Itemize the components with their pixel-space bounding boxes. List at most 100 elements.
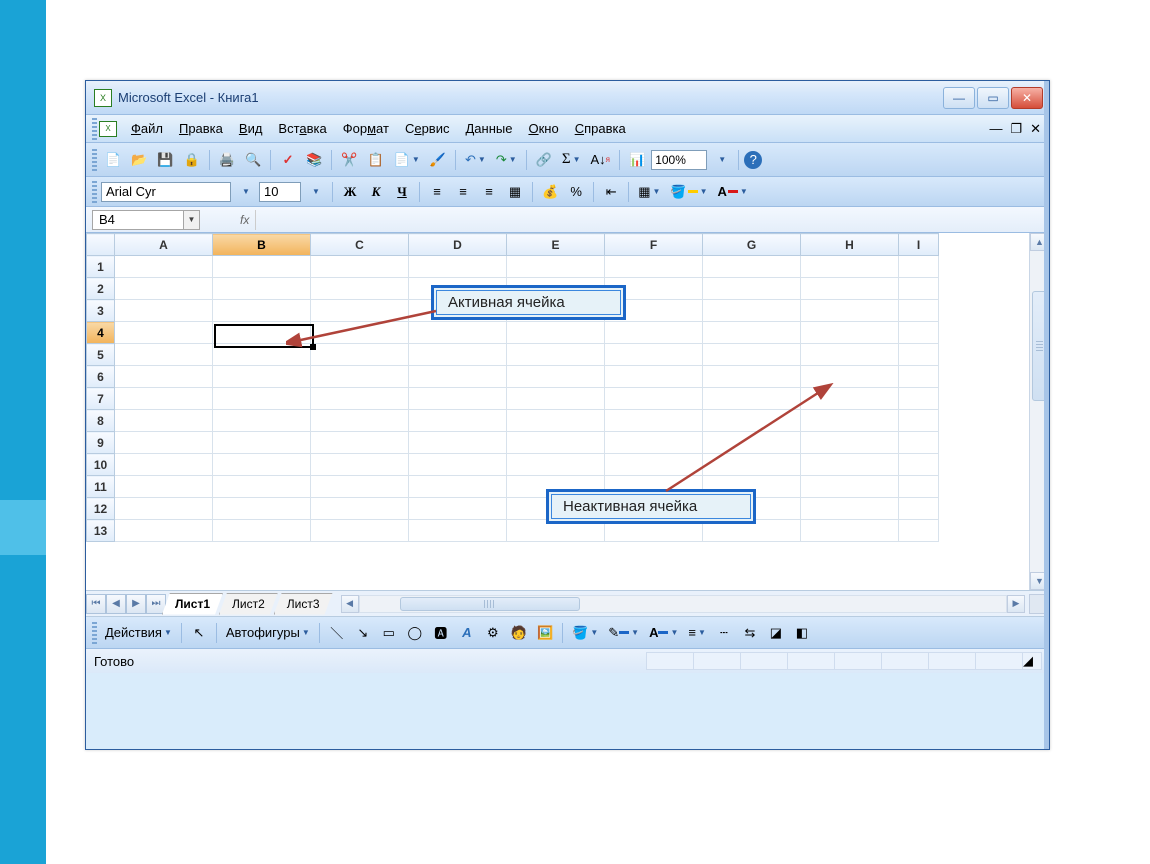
sheet-tab-2[interactable]: Лист2 (219, 593, 278, 615)
copy-icon[interactable]: 📋 (364, 148, 388, 172)
titlebar[interactable]: X Microsoft Excel - Книга1 — ▭ ✕ (86, 81, 1049, 115)
draw-actions-menu[interactable]: Действия▼ (101, 621, 176, 645)
3d-style-icon[interactable]: ◧ (790, 621, 814, 645)
toolbar-handle[interactable] (92, 181, 97, 203)
rectangle-icon[interactable]: ▭ (377, 621, 401, 645)
spreadsheet-grid[interactable]: A B C D E F G H I 1 2 3 4 5 6 7 8 9 (86, 233, 939, 542)
formula-input[interactable] (255, 210, 1049, 230)
oval-icon[interactable]: ◯ (403, 621, 427, 645)
hyperlink-icon[interactable]: 🔗 (532, 148, 556, 172)
print-preview-icon[interactable]: 🔍 (241, 148, 265, 172)
menu-file[interactable]: Файл (123, 118, 171, 139)
col-header-h[interactable]: H (801, 234, 899, 256)
row-header[interactable]: 10 (87, 454, 115, 476)
align-center-icon[interactable]: ≡ (451, 180, 475, 204)
decrease-indent-icon[interactable]: ⇤ (599, 180, 623, 204)
fill-color-icon[interactable]: 🪣▼ (666, 180, 711, 204)
name-box-dropdown[interactable]: ▼ (184, 210, 200, 230)
line-color-icon[interactable]: ✎▼ (604, 621, 643, 645)
select-objects-icon[interactable]: ↖ (187, 621, 211, 645)
wordart-icon[interactable]: A (455, 621, 479, 645)
row-header[interactable]: 6 (87, 366, 115, 388)
insert-picture-icon[interactable]: 🖼️ (533, 621, 557, 645)
format-painter-icon[interactable]: 🖌️ (426, 148, 450, 172)
menu-insert[interactable]: Вставка (270, 118, 334, 139)
font-size-dropdown[interactable]: ▼ (303, 180, 327, 204)
maximize-button[interactable]: ▭ (977, 87, 1009, 109)
doc-minimize-button[interactable]: — (989, 121, 1002, 136)
chart-wizard-icon[interactable]: 📊 (625, 148, 649, 172)
menu-edit[interactable]: Правка (171, 118, 231, 139)
toolbar-handle[interactable] (92, 118, 97, 140)
row-header[interactable]: 11 (87, 476, 115, 498)
research-icon[interactable]: 📚 (302, 148, 326, 172)
close-button[interactable]: ✕ (1011, 87, 1043, 109)
shadow-style-icon[interactable]: ◪ (764, 621, 788, 645)
spellcheck-icon[interactable]: ✓ (276, 148, 300, 172)
tab-nav-first[interactable]: ⏮ (86, 594, 106, 614)
row-header[interactable]: 8 (87, 410, 115, 432)
menu-window[interactable]: Окно (520, 118, 566, 139)
diagram-icon[interactable]: ⚙ (481, 621, 505, 645)
clipart-icon[interactable]: 🧑 (507, 621, 531, 645)
undo-icon[interactable]: ↶▼ (461, 148, 490, 172)
font-name-combo[interactable]: Arial Cyr (101, 182, 231, 202)
select-all-corner[interactable] (87, 234, 115, 256)
italic-button[interactable]: К (364, 180, 388, 204)
menu-format[interactable]: Формат (335, 118, 397, 139)
menu-help[interactable]: Справка (567, 118, 634, 139)
menu-view[interactable]: Вид (231, 118, 271, 139)
align-right-icon[interactable]: ≡ (477, 180, 501, 204)
row-header[interactable]: 4 (87, 322, 115, 344)
menu-data[interactable]: Данные (457, 118, 520, 139)
horizontal-scrollbar[interactable]: ◀ ▶ (341, 594, 1025, 614)
row-header[interactable]: 7 (87, 388, 115, 410)
row-header[interactable]: 5 (87, 344, 115, 366)
font-color-icon[interactable]: A▼ (645, 621, 682, 645)
col-header-f[interactable]: F (605, 234, 703, 256)
fill-color-icon[interactable]: 🪣▼ (568, 621, 602, 645)
col-header-i[interactable]: I (899, 234, 939, 256)
toolbar-handle[interactable] (92, 622, 97, 644)
minimize-button[interactable]: — (943, 87, 975, 109)
merge-center-icon[interactable]: ▦ (503, 180, 527, 204)
sort-asc-icon[interactable]: A↓я (586, 148, 614, 172)
doc-close-button[interactable]: ✕ (1030, 121, 1041, 137)
currency-icon[interactable]: 💰 (538, 180, 562, 204)
paste-icon[interactable]: 📄▼ (390, 148, 424, 172)
bold-button[interactable]: Ж (338, 180, 362, 204)
arrow-style-icon[interactable]: ⇆ (738, 621, 762, 645)
new-icon[interactable]: 📄 (101, 148, 125, 172)
percent-icon[interactable]: % (564, 180, 588, 204)
col-header-e[interactable]: E (507, 234, 605, 256)
sheet-tab-3[interactable]: Лист3 (274, 593, 333, 615)
name-box[interactable]: B4 (92, 210, 184, 230)
font-size-combo[interactable]: 10 (259, 182, 301, 202)
toolbar-handle[interactable] (92, 149, 97, 171)
tab-nav-next[interactable]: ▶ (126, 594, 146, 614)
zoom-dropdown[interactable]: ▼ (709, 148, 733, 172)
zoom-combo[interactable]: 100% (651, 150, 707, 170)
col-header-c[interactable]: C (311, 234, 409, 256)
scrollbar-thumb[interactable] (400, 597, 580, 611)
col-header-b[interactable]: B (213, 234, 311, 256)
permission-icon[interactable]: 🔒 (180, 148, 204, 172)
arrow-icon[interactable]: ↘ (351, 621, 375, 645)
line-style-icon[interactable]: ≡▼ (684, 621, 710, 645)
textbox-icon[interactable]: 🅰 (429, 621, 453, 645)
save-icon[interactable]: 💾 (153, 148, 177, 172)
tab-nav-prev[interactable]: ◀ (106, 594, 126, 614)
fx-label[interactable]: fx (240, 213, 249, 227)
align-left-icon[interactable]: ≡ (425, 180, 449, 204)
row-header[interactable]: 3 (87, 300, 115, 322)
menu-tools[interactable]: Сервис (397, 118, 458, 139)
line-icon[interactable]: ＼ (325, 621, 349, 645)
row-header[interactable]: 9 (87, 432, 115, 454)
font-color-icon[interactable]: A▼ (714, 180, 752, 204)
doc-restore-button[interactable]: ❐ (1010, 121, 1022, 137)
autosum-icon[interactable]: Σ▼ (558, 148, 585, 172)
cut-icon[interactable]: ✂️ (337, 148, 361, 172)
dash-style-icon[interactable]: ┄ (712, 621, 736, 645)
open-icon[interactable]: 📂 (127, 148, 151, 172)
col-header-a[interactable]: A (115, 234, 213, 256)
